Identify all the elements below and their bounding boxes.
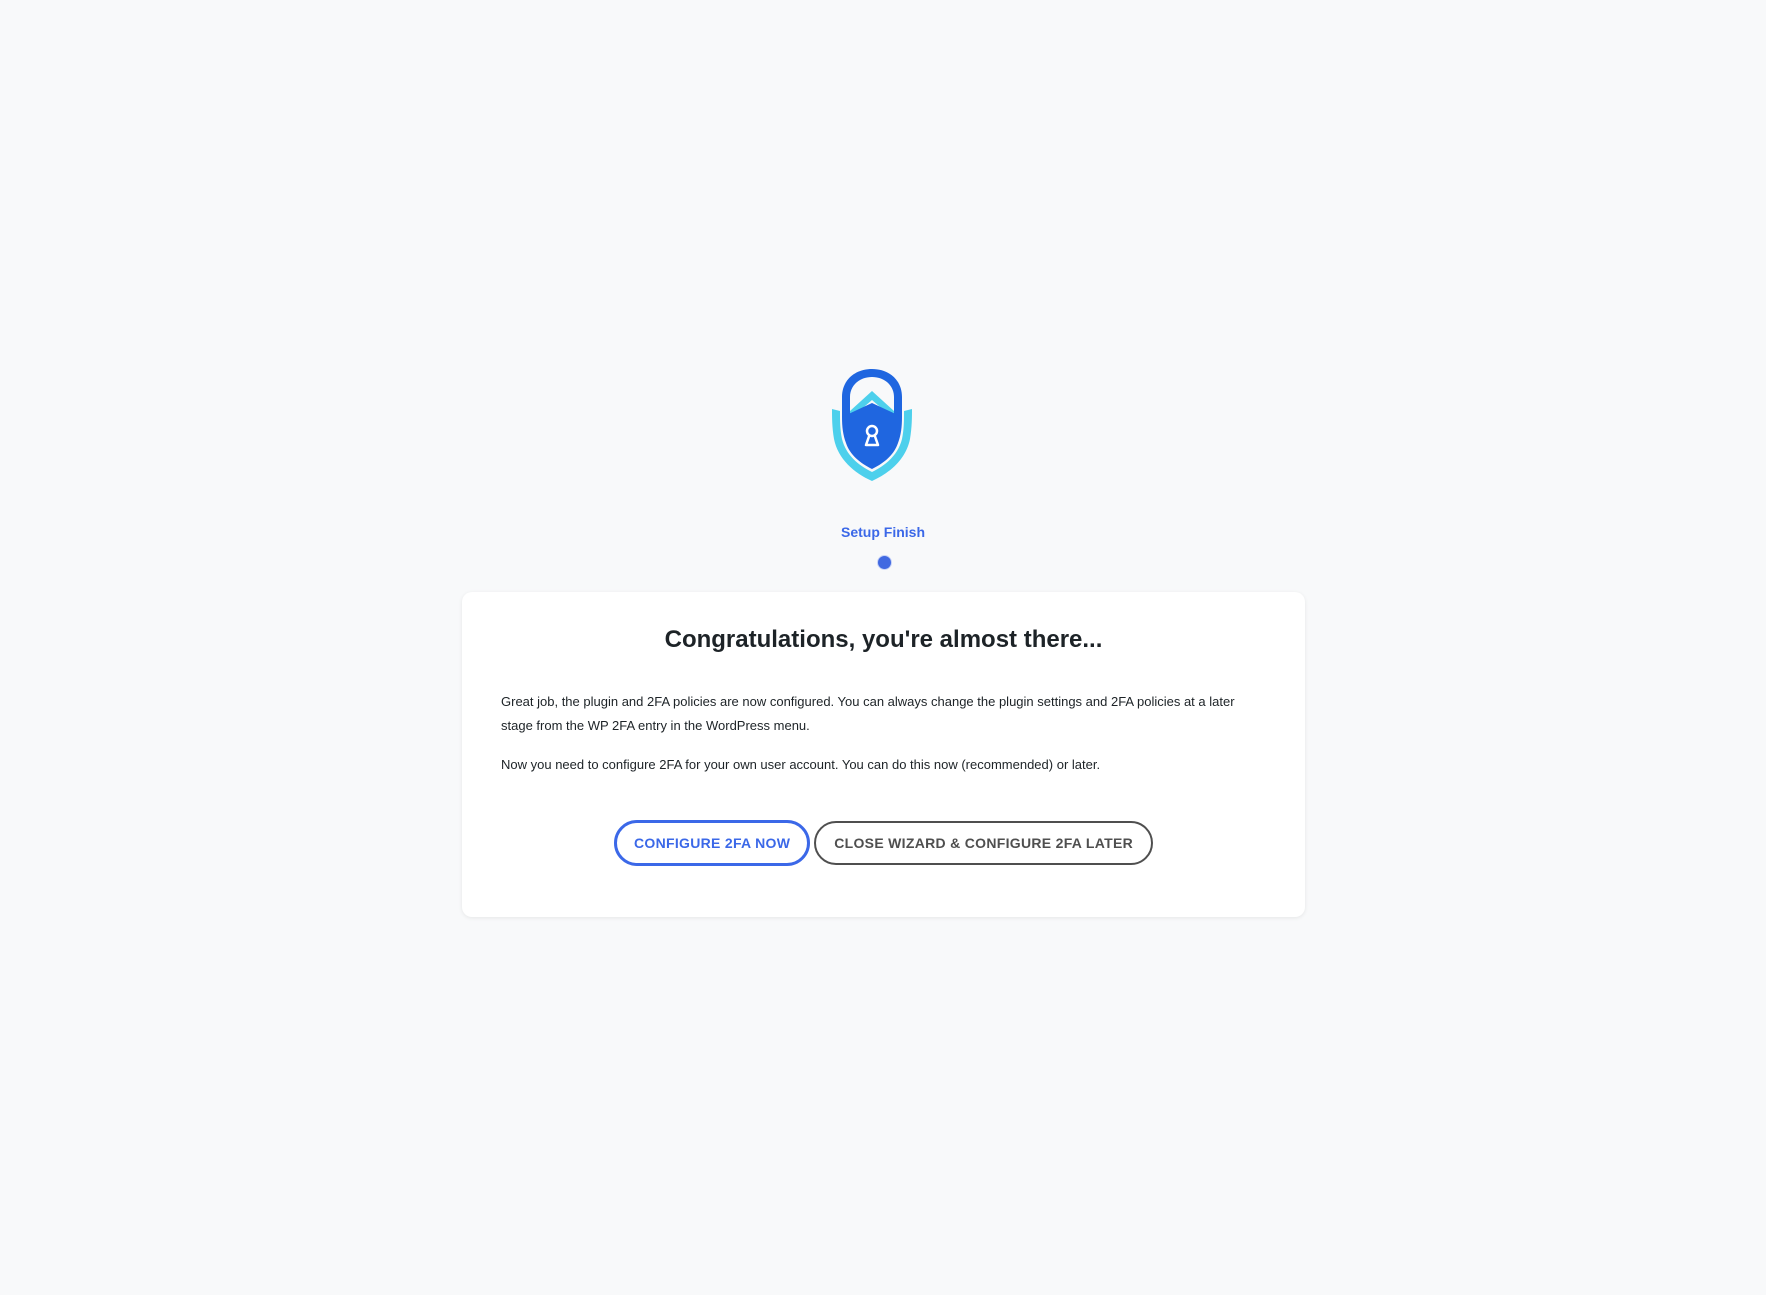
step-indicator-dot	[877, 555, 892, 570]
button-row: CONFIGURE 2FA NOW CLOSE WIZARD & CONFIGU…	[462, 820, 1305, 866]
card-paragraph-configured: Great job, the plugin and 2FA policies a…	[501, 694, 1235, 733]
wp-2fa-logo	[830, 367, 914, 483]
configure-2fa-now-button[interactable]: CONFIGURE 2FA NOW	[613, 820, 811, 866]
card-title: Congratulations, you're almost there...	[664, 626, 1103, 653]
wizard-card: Congratulations, you're almost there... …	[462, 592, 1305, 917]
shield-lock-icon	[832, 369, 912, 481]
close-wizard-button[interactable]: CLOSE WIZARD & CONFIGURE 2FA LATER	[814, 821, 1153, 865]
step-label: Setup Finish	[841, 524, 925, 540]
card-paragraph-next-steps: Now you need to configure 2FA for your o…	[501, 757, 1101, 772]
